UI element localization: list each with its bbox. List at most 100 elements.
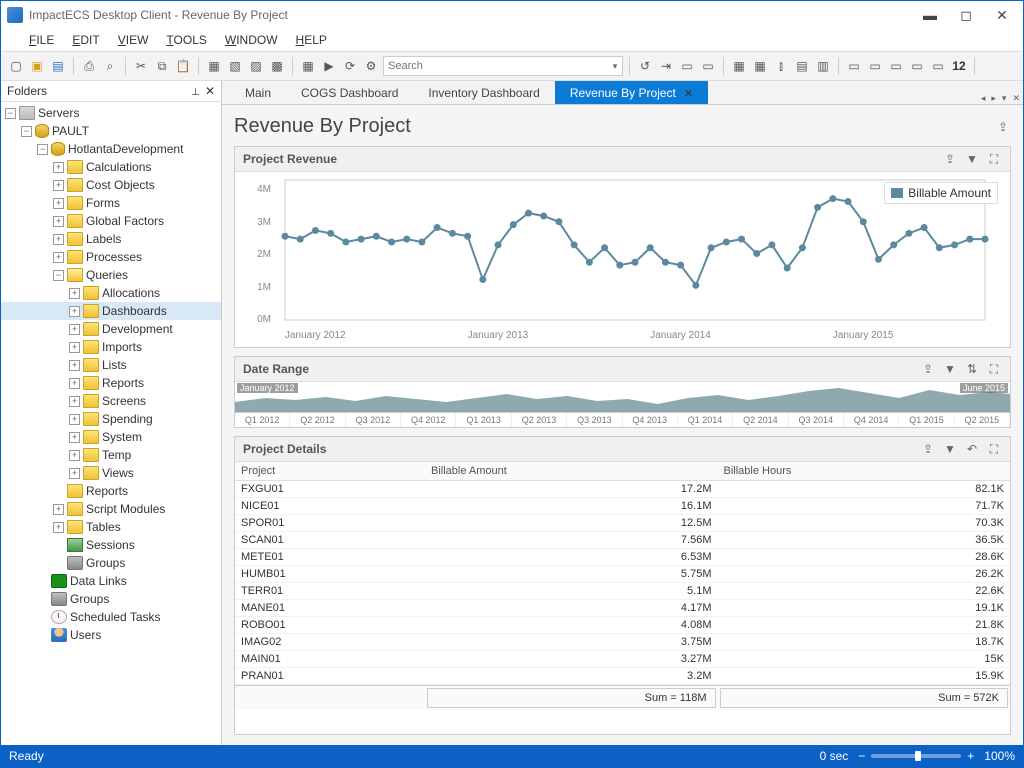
tb-l[interactable]: ▤ [793, 57, 811, 75]
close-button[interactable]: ✕ [987, 5, 1017, 25]
tb-b[interactable]: ▧ [226, 57, 244, 75]
tb-i[interactable]: ▦ [730, 57, 748, 75]
panel-expand-icon[interactable]: ⛶ [986, 151, 1002, 167]
tree-node-groups[interactable]: Groups [1, 590, 221, 608]
tree-node-temp[interactable]: +Temp [1, 446, 221, 464]
details-expand-icon[interactable]: ⛶ [986, 441, 1002, 457]
table-row[interactable]: FXGU0117.2M82.1K [235, 481, 1010, 498]
tab-revenue-by-project[interactable]: Revenue By Project✕ [555, 81, 708, 104]
copy-icon[interactable]: ⧉ [153, 57, 171, 75]
preview-icon[interactable]: ⌕ [101, 57, 119, 75]
tree-node-servers[interactable]: −Servers [1, 104, 221, 122]
tb-n[interactable]: ▭ [845, 57, 863, 75]
play-icon[interactable]: ▶ [320, 57, 338, 75]
new-icon[interactable]: ▢ [7, 57, 25, 75]
tb-o[interactable]: ▭ [866, 57, 884, 75]
menu-edit[interactable]: EDIT [72, 33, 99, 47]
table-row[interactable]: SCAN017.56M36.5K [235, 532, 1010, 549]
range-expand-icon[interactable]: ⛶ [986, 361, 1002, 377]
tb-j[interactable]: ▦ [751, 57, 769, 75]
tree-node-users[interactable]: Users [1, 626, 221, 644]
tree-node-screens[interactable]: +Screens [1, 392, 221, 410]
gear-icon[interactable]: ⚙ [362, 57, 380, 75]
tb-p[interactable]: ▭ [887, 57, 905, 75]
pin-icon[interactable]: ⊣ [189, 87, 200, 96]
tb-a[interactable]: ▦ [205, 57, 223, 75]
tree-node-tables[interactable]: +Tables [1, 518, 221, 536]
folder-tree[interactable]: −Servers−PAULT−HotlantaDevelopment+Calcu… [1, 102, 221, 745]
table-row[interactable]: NICE0116.1M71.7K [235, 498, 1010, 515]
tree-node-script-modules[interactable]: +Script Modules [1, 500, 221, 518]
tree-node-global-factors[interactable]: +Global Factors [1, 212, 221, 230]
tree-node-groups[interactable]: Groups [1, 554, 221, 572]
tb-h[interactable]: ▭ [699, 57, 717, 75]
tree-node-hotlantadevelopment[interactable]: −HotlantaDevelopment [1, 140, 221, 158]
tab-next[interactable]: ▸ [988, 93, 999, 104]
save-icon[interactable]: ▤ [49, 57, 67, 75]
table-row[interactable]: MAIN013.27M15K [235, 651, 1010, 668]
tree-node-pault[interactable]: −PAULT [1, 122, 221, 140]
zoom-control[interactable]: − + [858, 749, 974, 763]
tree-node-forms[interactable]: +Forms [1, 194, 221, 212]
print-icon[interactable]: ⎙ [80, 57, 98, 75]
tab-inventory-dashboard[interactable]: Inventory Dashboard [413, 81, 554, 104]
table-row[interactable]: MANE014.17M19.1K [235, 600, 1010, 617]
menu-tools[interactable]: TOOLS [166, 33, 206, 47]
details-undo-icon[interactable]: ↶ [964, 441, 980, 457]
table-row[interactable]: HUMB015.75M26.2K [235, 566, 1010, 583]
maximize-button[interactable]: ◻ [951, 5, 981, 25]
tree-node-calculations[interactable]: +Calculations [1, 158, 221, 176]
tb-g[interactable]: ▭ [678, 57, 696, 75]
tree-node-data-links[interactable]: Data Links [1, 572, 221, 590]
col-hours[interactable]: Billable Hours [718, 462, 1011, 480]
minimize-button[interactable]: ▬ [915, 5, 945, 25]
tree-node-processes[interactable]: +Processes [1, 248, 221, 266]
range-export-icon[interactable]: ⇪ [920, 361, 936, 377]
tab-cogs-dashboard[interactable]: COGS Dashboard [286, 81, 413, 104]
tb-s[interactable]: 12 [950, 57, 968, 75]
cut-icon[interactable]: ✂ [132, 57, 150, 75]
menu-help[interactable]: HELP [296, 33, 327, 47]
table-row[interactable]: METE016.53M28.6K [235, 549, 1010, 566]
details-filter-icon[interactable]: ▼ [942, 441, 958, 457]
details-export-icon[interactable]: ⇪ [920, 441, 936, 457]
tree-node-reports[interactable]: Reports [1, 482, 221, 500]
tree-node-reports[interactable]: +Reports [1, 374, 221, 392]
grid-icon[interactable]: ▦ [299, 57, 317, 75]
tb-r[interactable]: ▭ [929, 57, 947, 75]
table-row[interactable]: PRAN013.2M15.9K [235, 668, 1010, 685]
col-amount[interactable]: Billable Amount [425, 462, 718, 480]
tab-main[interactable]: Main [230, 81, 286, 104]
table-row[interactable]: TERR015.1M22.6K [235, 583, 1010, 600]
tree-node-development[interactable]: +Development [1, 320, 221, 338]
tree-node-views[interactable]: +Views [1, 464, 221, 482]
zoom-out-icon[interactable]: − [858, 749, 865, 763]
paste-icon[interactable]: 📋 [174, 57, 192, 75]
range-sort-icon[interactable]: ⇅ [964, 361, 980, 377]
table-row[interactable]: SPOR0112.5M70.3K [235, 515, 1010, 532]
zoom-in-icon[interactable]: + [967, 749, 974, 763]
panel-export-icon[interactable]: ⇪ [942, 151, 958, 167]
tree-node-allocations[interactable]: +Allocations [1, 284, 221, 302]
refresh-icon[interactable]: ⟳ [341, 57, 359, 75]
menu-view[interactable]: VIEW [118, 33, 149, 47]
tree-node-sessions[interactable]: Sessions [1, 536, 221, 554]
search-box[interactable]: ▾ [383, 56, 623, 76]
tree-node-dashboards[interactable]: +Dashboards [1, 302, 221, 320]
tb-d[interactable]: ▩ [268, 57, 286, 75]
export-icon[interactable]: ⇪ [995, 119, 1011, 135]
folders-close-icon[interactable]: ✕ [205, 84, 215, 98]
range-strip[interactable]: January 2012 June 2015 [235, 382, 1010, 412]
open-icon[interactable]: ▣ [28, 57, 46, 75]
table-row[interactable]: IMAG023.75M18.7K [235, 634, 1010, 651]
tree-node-queries[interactable]: −Queries [1, 266, 221, 284]
tb-k[interactable]: ⫾ [772, 57, 790, 75]
tb-q[interactable]: ▭ [908, 57, 926, 75]
tab-menu[interactable]: ▾ [999, 93, 1010, 104]
tab-prev[interactable]: ◂ [978, 93, 989, 104]
tree-node-imports[interactable]: +Imports [1, 338, 221, 356]
tb-m[interactable]: ▥ [814, 57, 832, 75]
menu-window[interactable]: WINDOW [225, 33, 278, 47]
tree-node-labels[interactable]: +Labels [1, 230, 221, 248]
tab-close-icon[interactable]: ✕ [684, 87, 693, 100]
